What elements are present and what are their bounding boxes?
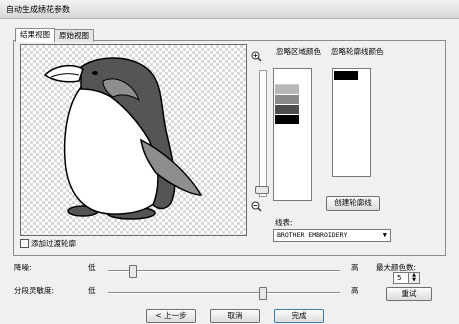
penguin-image [43,57,203,220]
segmentation-slider-track[interactable] [108,292,340,294]
zoom-in-icon[interactable] [251,51,262,62]
edit-outline-button[interactable]: 创建轮廓线 [326,196,380,211]
segmentation-slider-thumb[interactable] [259,287,267,300]
noise-low-label: 低 [88,263,96,272]
retry-button[interactable]: 重试 [386,287,432,301]
noise-slider-track[interactable] [108,270,340,272]
thread-chart-label: 线表: [275,218,293,227]
window-title: 自动生成绣花参数 [6,5,70,14]
tab-original-view[interactable]: 原始视图 [54,29,94,42]
area-color-swatch[interactable] [275,105,299,114]
noise-slider-thumb[interactable] [129,265,137,278]
tab-result-view[interactable]: 结果视图 [15,28,55,42]
area-color-swatch[interactable] [275,115,299,124]
noise-high-label: 高 [351,263,359,272]
spin-down-icon[interactable]: ▼ [409,278,419,283]
outline-color-swatch[interactable] [334,71,358,80]
noise-label: 降噪: [14,263,32,272]
ignore-area-colors-list[interactable] [273,68,312,201]
zoom-slider-thumb[interactable] [255,186,269,194]
zoom-out-icon[interactable] [251,201,262,212]
preview-canvas[interactable] [20,44,247,236]
back-button[interactable]: < 上一步 [146,309,196,323]
thread-chart-select[interactable]: BROTHER EMBROIDERY ▼ [273,229,391,242]
thread-chart-value: BROTHER EMBROIDERY [277,231,348,239]
area-color-swatch[interactable] [275,95,299,104]
max-colors-spinner[interactable]: ▲ ▼ [408,272,420,284]
area-color-swatch[interactable] [275,85,299,94]
finish-button[interactable]: 完成 [274,309,324,323]
chevron-down-icon: ▼ [382,231,387,239]
add-outline-checkbox[interactable] [20,239,29,248]
penguin-eye [92,71,98,75]
ignore-area-colors-label: 忽略区域颜色 [276,47,321,56]
ignore-outline-colors-list[interactable] [332,68,371,177]
add-outline-label: 添加过渡轮廓 [31,239,76,248]
cancel-button[interactable]: 取消 [210,309,260,323]
segmentation-high-label: 高 [351,286,359,295]
segmentation-label: 分段灵敏度: [14,286,55,295]
area-color-swatch[interactable] [275,75,299,85]
segmentation-low-label: 低 [88,286,96,295]
ignore-outline-colors-label: 忽略轮廓线颜色 [331,47,384,56]
zoom-slider-track[interactable] [259,70,267,197]
